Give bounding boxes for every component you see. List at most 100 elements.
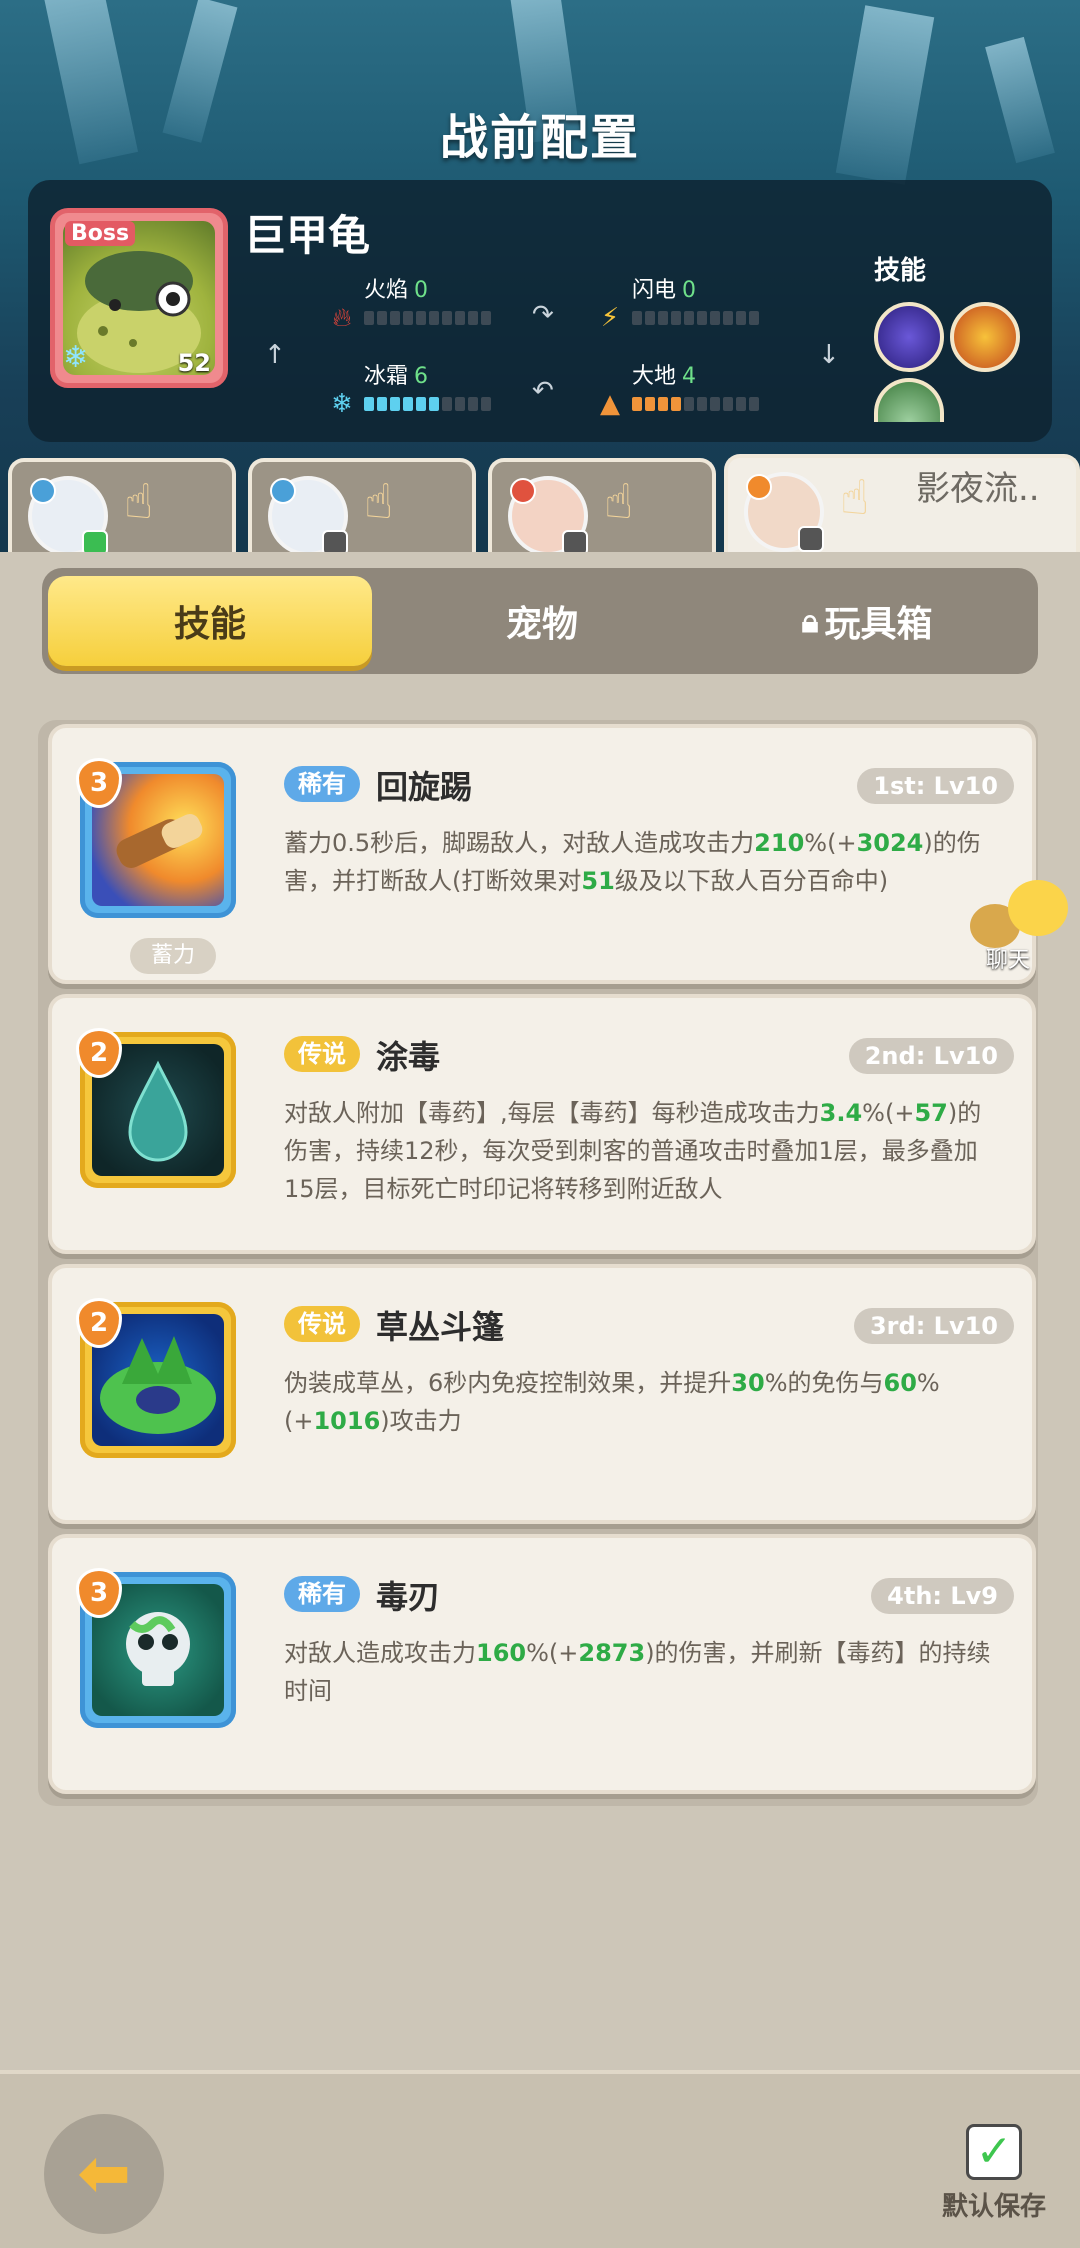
boss-skill-crown-icon[interactable] — [950, 302, 1020, 372]
hero-avatar — [508, 476, 588, 556]
earth-icon: ▲ — [600, 389, 620, 419]
skill-card[interactable]: 2 传说 草丛斗篷 3rd: Lv10 伪装成草丛，6秒内免疫控制效果，并提升3… — [48, 1264, 1036, 1524]
cycle-arrow-icon: ↑ — [264, 340, 286, 370]
stat-bar-segment — [403, 311, 413, 325]
tab-skills[interactable]: 技能 — [48, 576, 372, 666]
boss-portrait[interactable]: Boss ❄ 52 — [50, 208, 228, 388]
stat-bar-segment — [645, 397, 655, 411]
stat-bar-segment — [684, 311, 694, 325]
stat-earth-label: 大地 — [632, 364, 677, 389]
stat-bar-segment — [468, 311, 478, 325]
smiley-icon — [1008, 880, 1068, 936]
fire-icon: 🔥︎ — [332, 303, 352, 333]
hero-tab-3[interactable]: ☝ — [488, 458, 716, 558]
stat-bar-segment — [736, 311, 746, 325]
stat-bar-segment — [736, 397, 746, 411]
skill-card[interactable]: 2 传说 涂毒 2nd: Lv10 对敌人附加【毒药】,每层【毒药】每秒造成攻击… — [48, 994, 1036, 1254]
stat-frost-bar — [364, 397, 491, 411]
element-wind-icon — [270, 478, 296, 504]
stat-bar-segment — [403, 397, 413, 411]
lightning-icon: ⚡ — [600, 303, 620, 333]
skill-name: 涂毒 — [376, 1038, 441, 1076]
tap-hand-icon: ☝ — [840, 470, 870, 526]
skill-slot-level: 2nd: Lv10 — [848, 1038, 1014, 1074]
skill-slot-level: 4th: Lv9 — [871, 1578, 1014, 1614]
boss-skill-vortex-icon[interactable] — [874, 302, 944, 372]
stat-bar-segment — [710, 397, 720, 411]
hero-tab-2[interactable]: ☝ — [248, 458, 476, 558]
skill-description: 伪装成草丛，6秒内免疫控制效果，并提升30%的免伤与60%(+1016)攻击力 — [284, 1369, 940, 1435]
hero-tab-1[interactable]: ☝ — [8, 458, 236, 558]
rarity-badge: 稀有 — [284, 766, 360, 802]
stat-bar-segment — [684, 397, 694, 411]
stat-fire-bar — [364, 311, 491, 325]
stat-bar-segment — [723, 397, 733, 411]
rarity-badge: 传说 — [284, 1036, 360, 1072]
stat-bar-segment — [710, 311, 720, 325]
stat-bar-segment — [645, 311, 655, 325]
stat-bar-segment — [468, 397, 478, 411]
stat-bar-segment — [442, 311, 452, 325]
status-badge — [798, 526, 824, 552]
skill-description: 对敌人附加【毒药】,每层【毒药】每秒造成攻击力3.4%(+57)的伤害，持续12… — [284, 1099, 982, 1203]
stat-bar-segment — [390, 397, 400, 411]
stat-lightning: ⚡ 闪电 0 — [596, 278, 759, 333]
skill-card[interactable]: 3 蓄力 稀有 回旋踢 1st: Lv10 蓄力0.5秒后，脚踢敌人，对敌人造成… — [48, 724, 1036, 984]
tap-hand-icon: ☝ — [124, 474, 154, 530]
tap-hand-icon: ☝ — [364, 474, 394, 530]
stat-bar-segment — [632, 397, 642, 411]
cycle-arrow-icon: ↷ — [532, 300, 554, 330]
stat-bar-segment — [481, 311, 491, 325]
stat-frost-value: 6 — [414, 364, 429, 389]
chat-button[interactable]: 聊天 — [968, 872, 1080, 976]
stat-bar-segment — [416, 397, 426, 411]
stat-bar-segment — [364, 397, 374, 411]
stat-bar-segment — [364, 311, 374, 325]
checkmark-icon[interactable]: ✓ — [966, 2124, 1022, 2180]
section-tabs: 技能 宠物 🔒︎ 玩具箱 — [42, 568, 1038, 674]
default-save-toggle[interactable]: ✓ 默认保存 — [934, 2124, 1054, 2223]
stat-bar-segment — [377, 397, 387, 411]
bottom-bar: ⬅ ✓ 默认保存 — [0, 2070, 1080, 2248]
stat-bar-segment — [481, 397, 491, 411]
lock-icon: 🔒︎ — [801, 601, 819, 640]
stat-bar-segment — [416, 311, 426, 325]
hero-avatar — [744, 472, 824, 552]
stat-bar-segment — [749, 397, 759, 411]
tab-pets[interactable]: 宠物 — [382, 568, 702, 674]
skill-card[interactable]: 3 稀有 毒刃 4th: Lv9 对敌人造成攻击力160%(+2873)的伤害，… — [48, 1534, 1036, 1794]
stat-bar-segment — [390, 311, 400, 325]
stat-bar-segment — [658, 397, 668, 411]
hero-tab-4[interactable]: ☝ 影夜流.. — [724, 454, 1080, 558]
stat-bar-segment — [697, 311, 707, 325]
stat-lightning-bar — [632, 311, 759, 325]
rarity-badge: 稀有 — [284, 1576, 360, 1612]
stat-bar-segment — [442, 397, 452, 411]
chat-label: 聊天 — [986, 948, 1031, 973]
snowflake-icon: ❄ — [331, 389, 353, 419]
back-arrow-icon: ⬅ — [77, 2137, 131, 2211]
stat-fire-value: 0 — [414, 278, 429, 303]
stat-earth-value: 4 — [682, 364, 697, 389]
element-fire-icon — [746, 474, 772, 500]
boss-skill-earth-icon[interactable] — [874, 378, 944, 422]
tab-toybox[interactable]: 🔒︎ 玩具箱 — [702, 568, 1032, 674]
stat-bar-segment — [723, 311, 733, 325]
default-save-label: 默认保存 — [941, 2192, 1046, 2222]
stat-earth: ▲ 大地 4 — [596, 364, 759, 419]
back-button[interactable]: ⬅ — [44, 2114, 164, 2234]
tap-hand-icon: ☝ — [604, 474, 634, 530]
boss-tag: Boss — [65, 221, 136, 246]
hero-avatar — [268, 476, 348, 556]
stat-earth-bar — [632, 397, 759, 411]
skill-name: 毒刃 — [376, 1578, 441, 1616]
cycle-arrow-icon: ↓ — [818, 340, 840, 370]
stat-bar-segment — [455, 311, 465, 325]
stat-bar-segment — [749, 311, 759, 325]
stat-fire: 🔥︎ 火焰 0 — [328, 278, 491, 333]
stat-bar-segment — [455, 397, 465, 411]
stat-bar-segment — [671, 311, 681, 325]
boss-skills-label: 技能 — [874, 256, 927, 286]
skill-list: 3 蓄力 稀有 回旋踢 1st: Lv10 蓄力0.5秒后，脚踢敌人，对敌人造成… — [38, 720, 1038, 1806]
skill-name: 草丛斗篷 — [376, 1308, 505, 1346]
